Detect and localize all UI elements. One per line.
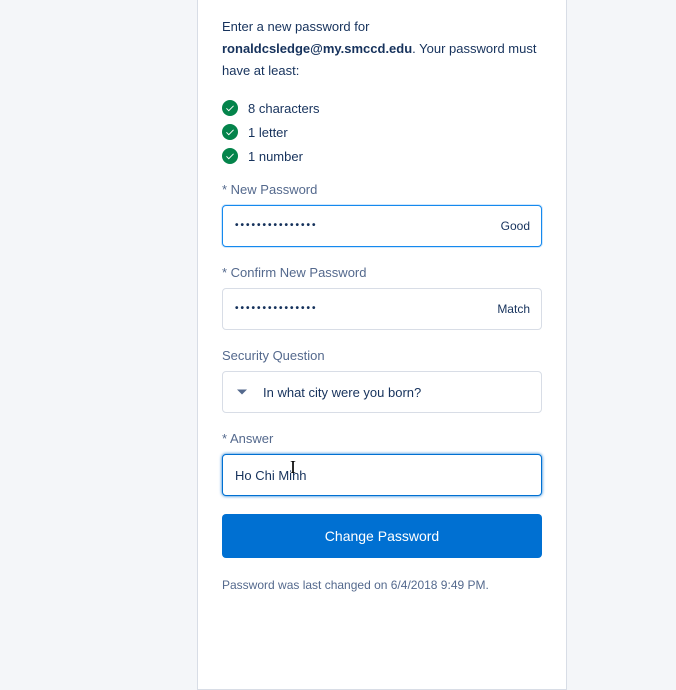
requirement-label: 8 characters: [248, 101, 320, 116]
last-changed-footnote: Password was last changed on 6/4/2018 9:…: [222, 578, 542, 592]
answer-label: * Answer: [222, 431, 542, 446]
security-question-value: In what city were you born?: [263, 385, 421, 400]
security-question-select[interactable]: In what city were you born?: [222, 371, 542, 413]
requirement-item: 8 characters: [222, 100, 542, 116]
change-password-card: Enter a new password for ronaldcsledge@m…: [197, 0, 567, 690]
requirement-item: 1 number: [222, 148, 542, 164]
answer-input[interactable]: [222, 454, 542, 496]
confirm-password-input[interactable]: •••••••••••••••: [222, 288, 542, 330]
intro-text: Enter a new password for ronaldcsledge@m…: [222, 16, 542, 82]
requirement-label: 1 number: [248, 149, 303, 164]
requirement-item: 1 letter: [222, 124, 542, 140]
requirements-list: 8 characters 1 letter 1 number: [222, 100, 542, 164]
check-icon: [222, 124, 238, 140]
chevron-down-icon: [237, 390, 247, 395]
intro-prefix: Enter a new password for: [222, 19, 369, 34]
security-question-label: Security Question: [222, 348, 542, 363]
requirement-label: 1 letter: [248, 125, 288, 140]
check-icon: [222, 100, 238, 116]
change-password-button[interactable]: Change Password: [222, 514, 542, 558]
intro-email: ronaldcsledge@my.smccd.edu: [222, 41, 412, 56]
confirm-password-label: * Confirm New Password: [222, 265, 542, 280]
password-mask: •••••••••••••••: [235, 220, 318, 231]
check-icon: [222, 148, 238, 164]
password-mask: •••••••••••••••: [235, 303, 318, 314]
new-password-label: * New Password: [222, 182, 542, 197]
new-password-input[interactable]: •••••••••••••••: [222, 205, 542, 247]
